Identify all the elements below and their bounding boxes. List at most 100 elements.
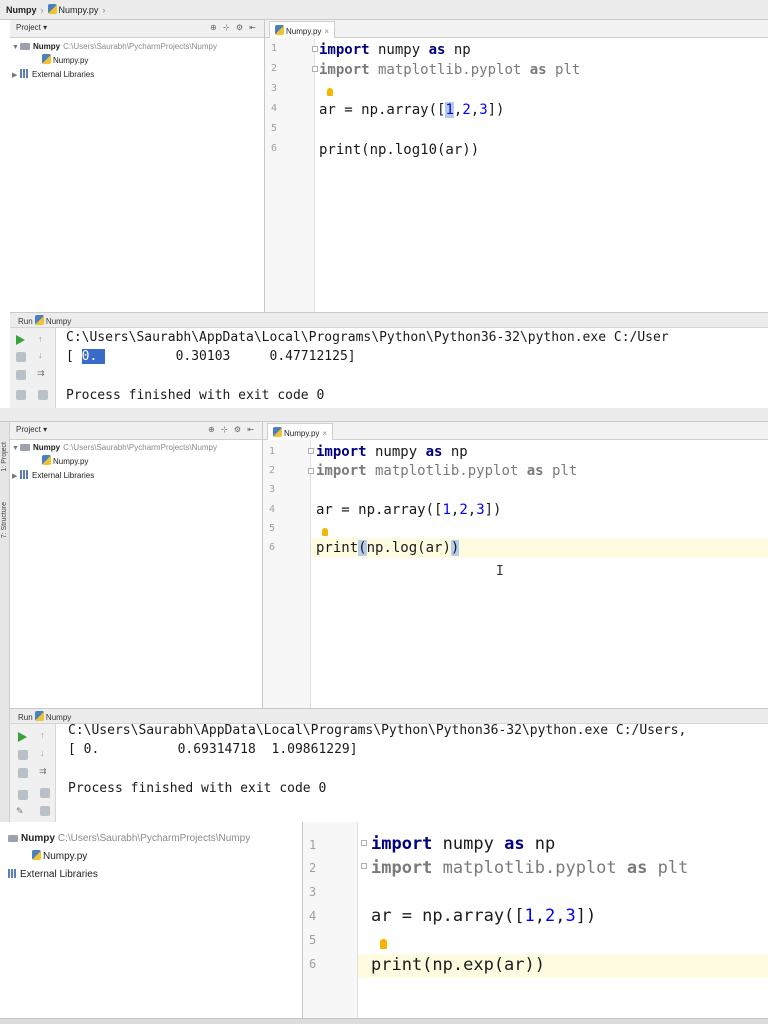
editor-tab-bar: Numpy.py × (265, 20, 768, 38)
tree-root-path: C:\Users\Saurabh\PycharmProjects\Numpy (63, 443, 217, 452)
code-line-2: import matplotlib.pyplot as plt (316, 463, 578, 479)
print-icon[interactable] (40, 788, 50, 798)
tree-file-label: Numpy.py (53, 56, 89, 65)
code-line-1: import numpy as np (319, 42, 471, 58)
console-output[interactable]: C:\Users\Saurabh\AppData\Local\Programs\… (68, 723, 768, 798)
line-number: 4 (309, 909, 317, 923)
pin-icon[interactable]: ✎ (16, 806, 26, 816)
fold-icon[interactable] (361, 863, 367, 869)
layout-icon[interactable] (18, 790, 28, 800)
fold-icon[interactable] (308, 448, 314, 454)
ide-screenshot-3: Numpy C:\Users\Saurabh\PycharmProjects\Nu… (0, 822, 768, 1024)
breadcrumb-file[interactable]: Numpy.py (59, 5, 99, 15)
code-line-6: print(np.log10(ar)) (319, 142, 480, 158)
run-tool-header: Run Numpy (10, 312, 768, 328)
stop-icon[interactable] (18, 750, 28, 760)
tree-file-label: Numpy.py (43, 851, 88, 862)
close-icon[interactable]: × (324, 27, 329, 36)
layout-icon[interactable] (16, 390, 26, 400)
breadcrumb: Numpy › Numpy.py › (0, 0, 768, 20)
code-editor[interactable]: import numpy as np import matplotlib.pyp… (316, 444, 756, 712)
run-config-tab[interactable]: Numpy (46, 713, 71, 722)
code-line-6: print(np.log(ar)) (316, 540, 460, 556)
side-tab-structure[interactable]: 7: Structure (1, 502, 8, 538)
chevron-down-icon[interactable]: ▾ (43, 425, 47, 434)
side-tab-project[interactable]: 1: Project (1, 442, 8, 472)
project-toolbar-icons[interactable]: ⊕ ⊹ ⚙ ⇤ (210, 23, 258, 32)
ide-screenshot-2: 1: Project 7: Structure Project ▾ ⊕ ⊹ ⚙ … (0, 408, 768, 822)
arrow-up-icon[interactable]: ↑ (40, 730, 50, 740)
print-icon[interactable] (38, 390, 48, 400)
tree-item-libraries[interactable]: ▶ External Libraries (12, 469, 262, 483)
pause-icon[interactable] (18, 768, 28, 778)
code-editor[interactable]: import numpy as np import matplotlib.pyp… (319, 42, 759, 312)
tree-item-file[interactable]: Numpy.py (12, 54, 264, 68)
run-toolbar: ↑ ↓ ⇉ ✎ (10, 724, 56, 822)
tab-numpy-py[interactable]: Numpy.py × (269, 21, 336, 38)
chevron-right-icon: › (102, 5, 106, 15)
fold-icon[interactable] (361, 840, 367, 846)
tree-root-path: C:\Users\Saurabh\PycharmProjects\Numpy (57, 833, 251, 844)
pause-icon[interactable] (16, 370, 26, 380)
project-tree: ▼ Numpy C:\Users\Saurabh\PycharmProjects\N… (12, 40, 264, 82)
chevron-down-icon[interactable]: ▼ (12, 442, 20, 456)
line-number: 2 (309, 861, 317, 875)
arrow-up-icon[interactable]: ↑ (38, 334, 48, 344)
fold-icon[interactable] (312, 46, 318, 52)
project-view-dropdown[interactable]: Project (16, 23, 41, 32)
line-number: 1 (271, 43, 278, 54)
python-file-icon (34, 315, 44, 325)
line-number: 2 (271, 63, 278, 74)
run-toolbar: ↑ ↓ ⇉ (10, 328, 56, 408)
tree-item-libraries[interactable]: External Libraries (8, 866, 298, 884)
breadcrumb-bar-partial (0, 408, 768, 422)
python-file-icon (275, 25, 284, 35)
tree-item-root[interactable]: Numpy C:\Users\Saurabh\PycharmProjects\Nu… (8, 830, 298, 848)
project-tool-header: Project ▾ ⊕ ⊹ ⚙ ⇤ (10, 20, 264, 38)
tree-libraries-label: External Libraries (20, 869, 98, 880)
run-config-tab[interactable]: Numpy (46, 317, 71, 326)
console-exit-message: Process finished with exit code 0 (66, 388, 325, 403)
breadcrumb-project[interactable]: Numpy (6, 5, 37, 15)
python-file-icon (273, 427, 282, 437)
rerun-icon[interactable] (16, 335, 25, 345)
project-view-dropdown[interactable]: Project (16, 425, 41, 434)
chevron-down-icon[interactable]: ▼ (12, 41, 20, 55)
stop-icon[interactable] (16, 352, 26, 362)
libraries-icon (20, 470, 29, 479)
tab-label: Numpy.py (286, 27, 322, 36)
soft-wrap-icon[interactable]: ⇉ (37, 368, 47, 378)
arrow-down-icon[interactable]: ↓ (40, 748, 50, 758)
console-output[interactable]: C:\Users\Saurabh\AppData\Local\Programs\… (66, 330, 766, 405)
rerun-icon[interactable] (18, 732, 27, 742)
run-label: Run (18, 317, 33, 326)
code-line-4: ar = np.array([1,2,3]) (371, 906, 597, 926)
code-line-1: import numpy as np (316, 444, 468, 460)
soft-wrap-icon[interactable]: ⇉ (39, 766, 49, 776)
tree-item-file[interactable]: Numpy.py (12, 455, 262, 469)
line-number-gutter: 1 2 3 4 5 6 (263, 440, 311, 712)
tree-item-libraries[interactable]: ▶ External Libraries (12, 68, 264, 82)
fold-icon[interactable] (308, 468, 314, 474)
line-number: 5 (271, 123, 278, 134)
run-panel-edge (0, 1018, 768, 1024)
code-editor[interactable]: import numpy as np import matplotlib.pyp… (371, 834, 766, 1018)
tree-item-root[interactable]: ▼ Numpy C:\Users\Saurabh\PycharmProjects\N… (12, 441, 262, 455)
tree-root-label: Numpy (33, 443, 61, 452)
console-result: [ 0. 0.30103 0.47712125] (66, 349, 356, 364)
python-file-icon (42, 455, 51, 465)
close-icon[interactable]: × (322, 429, 327, 438)
trash-icon[interactable] (40, 806, 50, 816)
tree-root-label: Numpy (21, 833, 55, 844)
tree-item-file[interactable]: Numpy.py (8, 848, 298, 866)
chevron-right-icon[interactable]: ▶ (12, 470, 20, 484)
project-toolbar-icons[interactable]: ⊕ ⊹ ⚙ ⇤ (208, 425, 256, 434)
side-tool-strip: 1: Project 7: Structure (0, 422, 10, 822)
tree-file-label: Numpy.py (53, 457, 89, 466)
chevron-right-icon[interactable]: ▶ (12, 69, 20, 83)
chevron-down-icon[interactable]: ▾ (43, 23, 47, 32)
tab-numpy-py[interactable]: Numpy.py × (267, 423, 334, 440)
fold-icon[interactable] (312, 66, 318, 72)
tree-item-root[interactable]: ▼ Numpy C:\Users\Saurabh\PycharmProjects\N… (12, 40, 264, 54)
arrow-down-icon[interactable]: ↓ (38, 350, 48, 360)
